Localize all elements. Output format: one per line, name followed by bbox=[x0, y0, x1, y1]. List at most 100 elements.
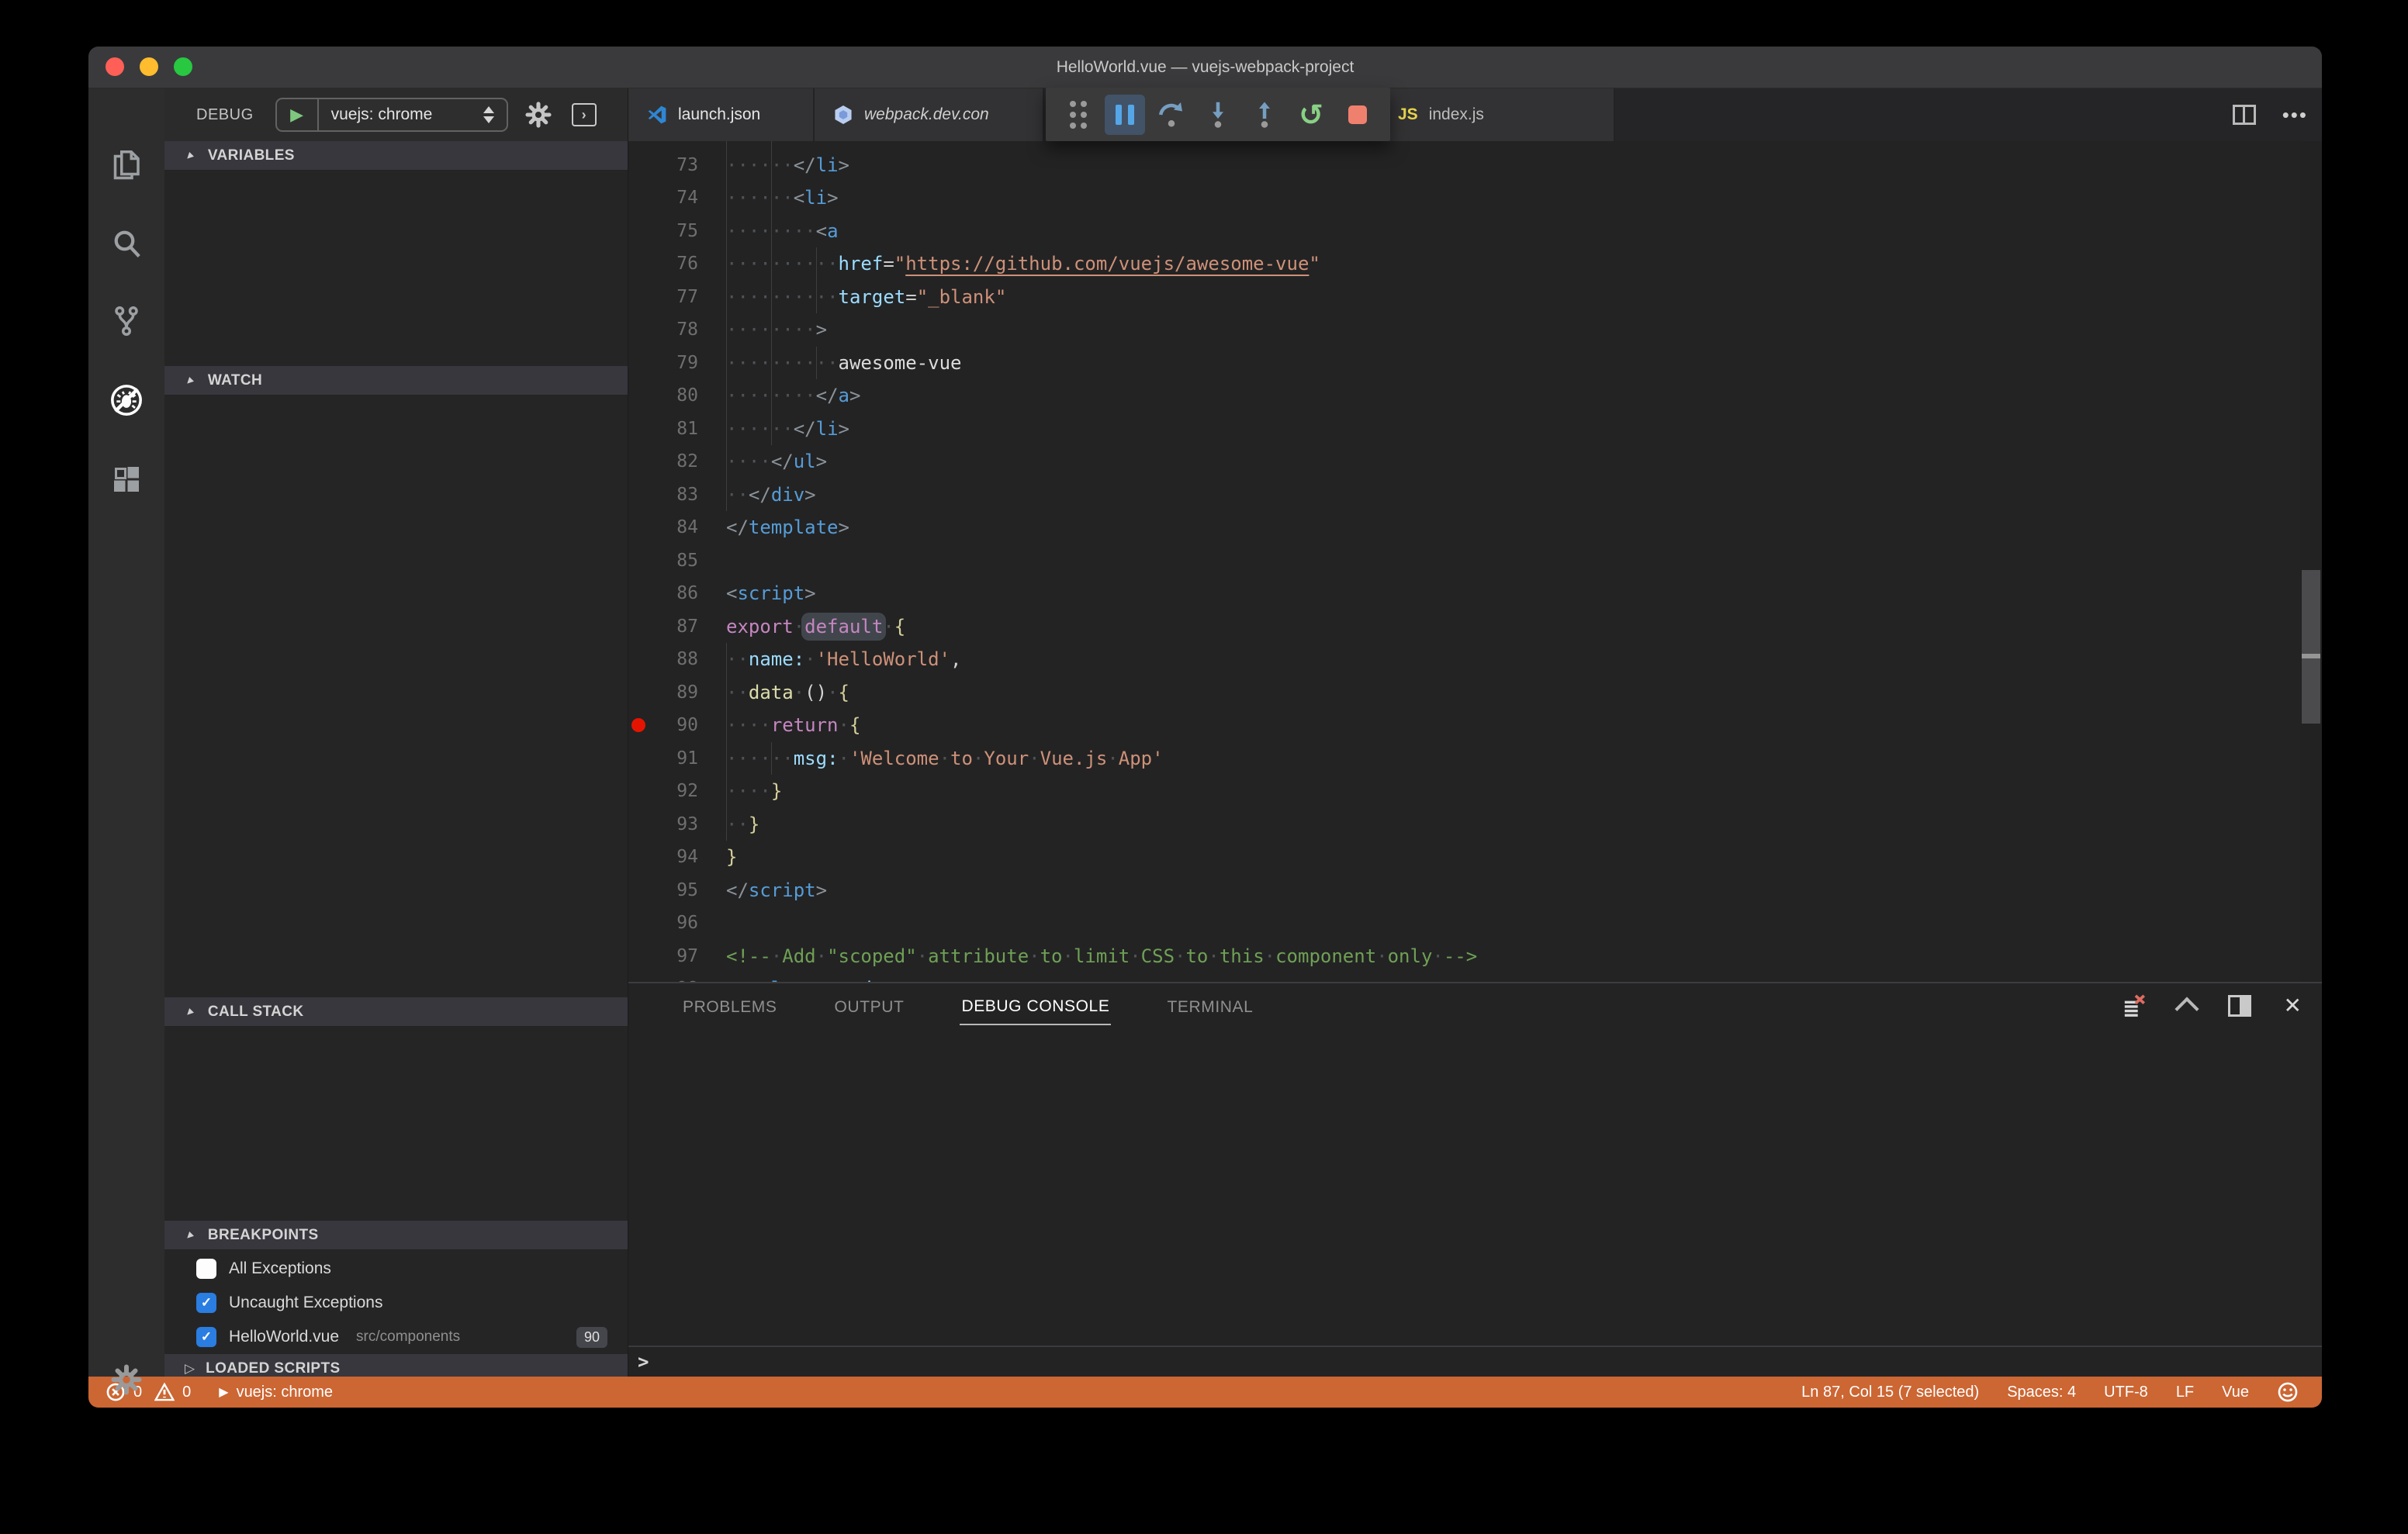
warnings-icon[interactable] bbox=[154, 1382, 175, 1402]
eol[interactable]: LF bbox=[2176, 1384, 2194, 1401]
line-number-gutter[interactable]: 89 bbox=[628, 676, 726, 710]
stop-button[interactable] bbox=[1337, 95, 1378, 135]
editor-scrollbar[interactable] bbox=[2300, 141, 2322, 982]
watch-label: WATCH bbox=[207, 371, 263, 389]
debug-session-item[interactable]: ▶ vuejs: chrome bbox=[219, 1384, 333, 1401]
scrollbar-thumb[interactable] bbox=[2302, 570, 2320, 724]
code-text: export·default·{ bbox=[726, 615, 906, 637]
line-number-gutter[interactable]: 86 bbox=[628, 577, 726, 610]
line-number-gutter[interactable]: 74 bbox=[628, 181, 726, 215]
watch-section-header[interactable]: ▼ WATCH bbox=[164, 366, 628, 396]
variables-label: VARIABLES bbox=[207, 147, 295, 164]
line-number-gutter[interactable]: 78 bbox=[628, 313, 726, 347]
js-icon: JS bbox=[1398, 105, 1418, 123]
line-number-gutter[interactable]: 73 bbox=[628, 149, 726, 182]
breakpoint-row-helloworld[interactable]: ✓ HelloWorld.vue src/components 90 bbox=[164, 1320, 628, 1354]
line-number-gutter[interactable]: 75 bbox=[628, 215, 726, 248]
checkbox[interactable] bbox=[196, 1259, 216, 1279]
breakpoints-section-header[interactable]: ▼ BREAKPOINTS bbox=[164, 1221, 628, 1250]
close-panel-icon[interactable]: ✕ bbox=[2284, 995, 2302, 1017]
step-out-button[interactable] bbox=[1244, 95, 1285, 135]
open-debug-console-icon[interactable]: › bbox=[571, 103, 597, 126]
line-number-gutter[interactable]: 84 bbox=[628, 511, 726, 544]
tab-launch-json[interactable]: launch.json bbox=[628, 88, 815, 141]
variables-content[interactable] bbox=[164, 171, 628, 366]
warnings-count[interactable]: 0 bbox=[182, 1384, 191, 1401]
code-text: </script> bbox=[726, 879, 828, 901]
debug-icon[interactable] bbox=[109, 383, 144, 417]
watch-content[interactable] bbox=[164, 396, 628, 997]
line-number-gutter[interactable]: 83 bbox=[628, 479, 726, 512]
line-number-gutter[interactable]: 80 bbox=[628, 379, 726, 413]
checkbox[interactable]: ✓ bbox=[196, 1293, 216, 1313]
line-number-gutter[interactable]: 97 bbox=[628, 940, 726, 973]
line-number-gutter[interactable]: 76 bbox=[628, 247, 726, 281]
drag-handle-icon[interactable] bbox=[1058, 95, 1098, 135]
debug-console-output[interactable] bbox=[628, 1031, 2322, 1346]
configure-gear-icon[interactable] bbox=[525, 102, 552, 128]
code-line: 91 ······msg:·'Welcome·to·Your·Vue.js·App… bbox=[628, 741, 2300, 776]
language-mode[interactable]: Vue bbox=[2222, 1384, 2249, 1401]
split-editor-icon[interactable] bbox=[2232, 105, 2256, 125]
loaded-scripts-section-header[interactable]: ▷ LOADED SCRIPTS bbox=[164, 1354, 628, 1377]
tab-webpack-dev-conf[interactable]: webpack.dev.con bbox=[815, 88, 1044, 141]
pause-button[interactable] bbox=[1105, 94, 1145, 135]
breakpoint-row-all-exceptions[interactable]: All Exceptions bbox=[164, 1252, 628, 1286]
line-number-gutter[interactable]: 88 bbox=[628, 643, 726, 676]
line-number-gutter[interactable]: 95 bbox=[628, 874, 726, 907]
line-number-gutter[interactable]: 77 bbox=[628, 281, 726, 314]
line-number-gutter[interactable]: 91 bbox=[628, 742, 726, 776]
code-line: 96 bbox=[628, 907, 2300, 940]
cursor-position[interactable]: Ln 87, Col 15 (7 selected) bbox=[1801, 1384, 1979, 1401]
line-number-gutter[interactable]: 96 bbox=[628, 907, 726, 940]
minimize-window-icon[interactable] bbox=[140, 57, 158, 76]
settings-gear-icon[interactable] bbox=[109, 1363, 144, 1397]
tab-index-js[interactable]: JS index.js bbox=[1379, 88, 1615, 141]
variables-section-header[interactable]: ▼ VARIABLES bbox=[164, 141, 628, 171]
breakpoint-dot[interactable] bbox=[631, 718, 645, 733]
line-number-gutter[interactable]: 85 bbox=[628, 544, 726, 578]
start-debug-button[interactable]: ▶ bbox=[277, 99, 319, 130]
line-number-gutter[interactable]: 87 bbox=[628, 610, 726, 644]
line-number-gutter[interactable]: 90 bbox=[628, 709, 726, 742]
breakpoint-row-uncaught-exceptions[interactable]: ✓ Uncaught Exceptions bbox=[164, 1286, 628, 1320]
checkbox[interactable]: ✓ bbox=[196, 1327, 216, 1347]
tab-terminal[interactable]: TERMINAL bbox=[1165, 990, 1254, 1024]
step-over-button[interactable] bbox=[1151, 95, 1192, 135]
indentation[interactable]: Spaces: 4 bbox=[2007, 1384, 2076, 1401]
step-into-button[interactable] bbox=[1198, 95, 1238, 135]
code-text: ··name:·'HelloWorld', bbox=[726, 643, 2300, 676]
line-number-gutter[interactable]: 93 bbox=[628, 808, 726, 841]
line-number-gutter[interactable]: 98 bbox=[628, 973, 726, 982]
launch-config-select[interactable]: ▶ vuejs: chrome bbox=[275, 98, 508, 132]
close-window-icon[interactable] bbox=[106, 57, 124, 76]
debug-console-input[interactable]: > bbox=[628, 1346, 2322, 1377]
feedback-smiley-icon[interactable] bbox=[2277, 1381, 2299, 1403]
encoding[interactable]: UTF-8 bbox=[2104, 1384, 2148, 1401]
restart-button[interactable]: ↺ bbox=[1291, 95, 1331, 135]
explorer-icon[interactable] bbox=[109, 147, 144, 181]
collapse-arrow-icon: ▼ bbox=[182, 147, 199, 164]
line-number-gutter[interactable]: 79 bbox=[628, 347, 726, 380]
tab-debug-console[interactable]: DEBUG CONSOLE bbox=[960, 990, 1112, 1025]
code-text: } bbox=[726, 846, 738, 868]
zoom-window-icon[interactable] bbox=[174, 57, 192, 76]
line-number-gutter[interactable]: 72 bbox=[628, 141, 726, 149]
line-number-gutter[interactable]: 94 bbox=[628, 841, 726, 874]
maximize-panel-icon[interactable] bbox=[2174, 997, 2199, 1021]
call-stack-section-header[interactable]: ▼ CALL STACK bbox=[164, 997, 628, 1027]
code-editor[interactable]: 72········</a>73······</li>74······<li>7… bbox=[628, 141, 2322, 982]
line-number-gutter[interactable]: 92 bbox=[628, 775, 726, 808]
panel-position-icon[interactable] bbox=[2227, 995, 2251, 1017]
tab-problems[interactable]: PROBLEMS bbox=[681, 990, 779, 1024]
call-stack-content[interactable] bbox=[164, 1027, 628, 1221]
line-number-gutter[interactable]: 81 bbox=[628, 413, 726, 446]
search-icon[interactable] bbox=[109, 226, 144, 261]
title-bar[interactable]: HelloWorld.vue — vuejs-webpack-project bbox=[88, 47, 2322, 88]
play-icon: ▶ bbox=[290, 105, 304, 124]
line-number-gutter[interactable]: 82 bbox=[628, 445, 726, 479]
extensions-icon[interactable] bbox=[109, 462, 144, 496]
tab-output[interactable]: OUTPUT bbox=[833, 990, 906, 1024]
clear-console-icon[interactable] bbox=[2123, 994, 2146, 1017]
source-control-icon[interactable] bbox=[109, 304, 144, 338]
